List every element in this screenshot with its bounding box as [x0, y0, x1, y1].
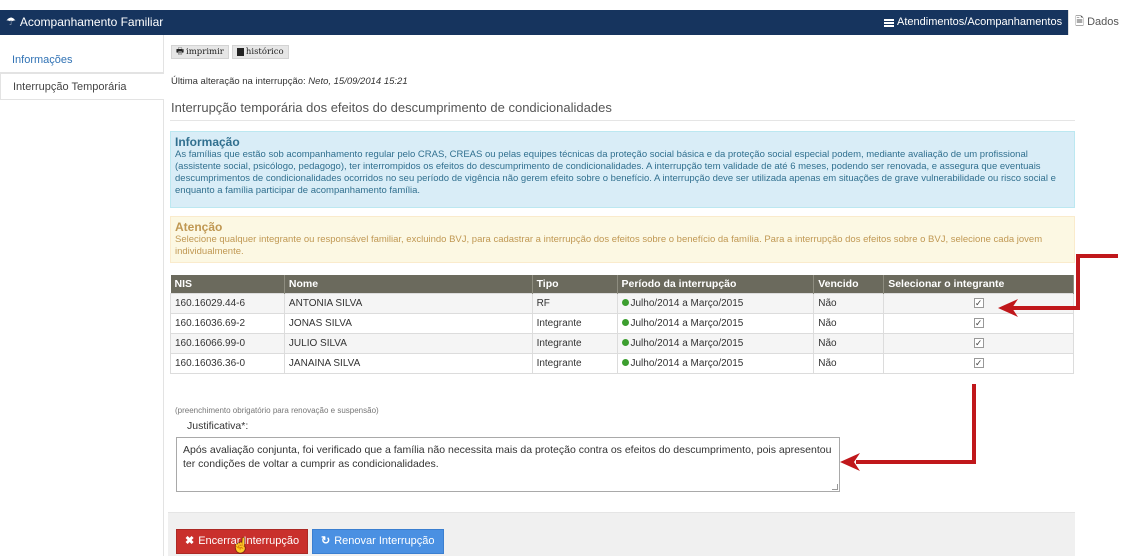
- col-header-vencido: Vencido: [813, 275, 885, 293]
- book-icon: [236, 48, 244, 56]
- nav-atendimentos-label: Atendimentos/Acompanhamentos: [897, 16, 1063, 28]
- print-button[interactable]: 🖶 imprimir: [171, 45, 229, 59]
- print-button-label: imprimir: [186, 47, 224, 57]
- periodo-text: Julho/2014 a Março/2015: [630, 357, 744, 369]
- cell-tipo: Integrante: [531, 352, 618, 374]
- cell-nome: ANTONIA SILVA: [283, 292, 533, 314]
- arrow-head-icon: [998, 299, 1018, 317]
- justificativa-hint: (preenchimento obrigatório para renovaçã…: [175, 406, 379, 415]
- cell-nis: 160.16036.69-2: [170, 312, 285, 334]
- cell-vencido: Não: [813, 332, 885, 354]
- table-header-row: NIS Nome Tipo Período da interrupção Ven…: [170, 275, 1074, 293]
- umbrella-icon: ☂: [6, 16, 16, 28]
- cell-select: ✓: [883, 312, 1074, 334]
- table-row[interactable]: 160.16029.44-6 ANTONIA SILVA RF Julho/20…: [170, 292, 1074, 314]
- cell-select: ✓: [883, 332, 1074, 354]
- justificativa-label: Justificativa*:: [187, 420, 249, 432]
- table-row[interactable]: 160.16036.69-2 JONAS SILVA Integrante Ju…: [170, 312, 1074, 334]
- warning-alert-text: Selecione qualquer integrante ou respons…: [175, 234, 1043, 257]
- sidebar: Informações Interrupção Temporária: [0, 35, 164, 556]
- members-table: NIS Nome Tipo Período da interrupção Ven…: [170, 275, 1074, 374]
- periodo-text: Julho/2014 a Março/2015: [630, 297, 744, 309]
- col-header-tipo: Tipo: [532, 275, 618, 293]
- sidebar-item-informacoes[interactable]: Informações: [0, 46, 163, 73]
- col-header-nome: Nome: [284, 275, 533, 293]
- table-row[interactable]: 160.16066.99-0 JULIO SILVA Integrante Ju…: [170, 332, 1074, 354]
- justificativa-value: Após avaliação conjunta, foi verificado …: [183, 444, 832, 470]
- resize-handle-icon[interactable]: [832, 484, 838, 490]
- cell-select: ✓: [883, 292, 1074, 314]
- cell-nome: JANAINA SILVA: [283, 352, 533, 374]
- nav-atendimentos[interactable]: Atendimentos/Acompanhamentos: [884, 10, 1062, 35]
- cell-vencido: Não: [813, 352, 885, 374]
- cell-tipo: RF: [531, 292, 618, 314]
- cell-nis: 160.16029.44-6: [170, 292, 285, 314]
- periodo-text: Julho/2014 a Março/2015: [630, 317, 744, 329]
- document-icon: 🗎: [1075, 16, 1084, 28]
- sidebar-item-interrupcao-temporaria[interactable]: Interrupção Temporária: [0, 73, 164, 100]
- menu-icon: [884, 18, 894, 27]
- history-button-label: histórico: [245, 47, 284, 57]
- periodo-text: Julho/2014 a Março/2015: [630, 337, 744, 349]
- col-header-nis: NIS: [170, 275, 285, 293]
- cell-nome: JULIO SILVA: [283, 332, 533, 354]
- info-alert: Informação As famílias que estão sob aco…: [170, 131, 1075, 208]
- last-change-value: Neto, 15/09/2014 15:21: [308, 76, 408, 87]
- last-change-label: Última alteração na interrupção:: [171, 76, 306, 87]
- status-dot-icon: [621, 319, 629, 326]
- tab-dados[interactable]: 🗎 Dados: [1068, 10, 1125, 35]
- cell-nis: 160.16066.99-0: [170, 332, 285, 354]
- col-header-selecionar: Selecionar o integrante: [883, 275, 1074, 293]
- cell-tipo: Integrante: [531, 312, 618, 334]
- cell-periodo: Julho/2014 a Março/2015: [616, 332, 815, 354]
- app-title: Acompanhamento Familiar: [19, 15, 164, 29]
- renew-interruption-button[interactable]: ↻ Renovar Interrupção: [312, 529, 444, 554]
- select-member-checkbox[interactable]: ✓: [973, 317, 984, 328]
- info-alert-title: Informação: [175, 135, 240, 149]
- cell-nis: 160.16036.36-0: [170, 352, 285, 374]
- history-button[interactable]: histórico: [231, 45, 289, 59]
- select-member-checkbox[interactable]: ✓: [973, 357, 984, 368]
- status-dot-icon: [621, 339, 629, 346]
- cell-periodo: Julho/2014 a Março/2015: [616, 352, 815, 374]
- last-change-info: Última alteração na interrupção: Neto, 1…: [171, 76, 408, 87]
- hand-cursor-icon: ☝: [232, 537, 250, 553]
- status-dot-icon: [621, 359, 629, 366]
- select-member-checkbox[interactable]: ✓: [973, 337, 984, 348]
- arrow-head-icon: [840, 453, 860, 471]
- col-header-periodo: Período da interrupção: [617, 275, 815, 293]
- top-navbar: ☂ Acompanhamento Familiar Atendimentos/A…: [0, 10, 1125, 35]
- info-alert-text: As famílias que estão sob acompanhamento…: [175, 149, 1056, 196]
- cell-periodo: Julho/2014 a Março/2015: [616, 312, 815, 334]
- app-brand[interactable]: ☂ Acompanhamento Familiar: [6, 10, 163, 35]
- cell-select: ✓: [883, 352, 1074, 374]
- select-member-checkbox[interactable]: ✓: [973, 297, 984, 308]
- toolbar: 🖶 imprimir histórico: [171, 45, 289, 59]
- close-icon: ✖: [185, 535, 195, 547]
- renew-interruption-label: Renovar Interrupção: [334, 535, 435, 547]
- refresh-icon: ↻: [321, 535, 331, 547]
- action-footer: ✖ Encerrar Interrupção ↻ Renovar Interru…: [168, 512, 1075, 556]
- cell-tipo: Integrante: [531, 332, 618, 354]
- cell-vencido: Não: [813, 292, 885, 314]
- table-row[interactable]: 160.16036.36-0 JANAINA SILVA Integrante …: [170, 352, 1074, 374]
- cell-vencido: Não: [813, 312, 885, 334]
- tab-dados-label: Dados: [1087, 16, 1119, 28]
- cell-periodo: Julho/2014 a Março/2015: [616, 292, 815, 314]
- divider: [170, 120, 1075, 121]
- warning-alert: Atenção Selecione qualquer integrante ou…: [170, 216, 1075, 263]
- warning-alert-title: Atenção: [175, 220, 223, 234]
- cell-nome: JONAS SILVA: [283, 312, 533, 334]
- printer-icon: 🖶: [176, 47, 185, 57]
- justificativa-textarea[interactable]: Após avaliação conjunta, foi verificado …: [176, 437, 840, 492]
- page-title: Interrupção temporária dos efeitos do de…: [171, 100, 612, 115]
- status-dot-icon: [621, 299, 629, 306]
